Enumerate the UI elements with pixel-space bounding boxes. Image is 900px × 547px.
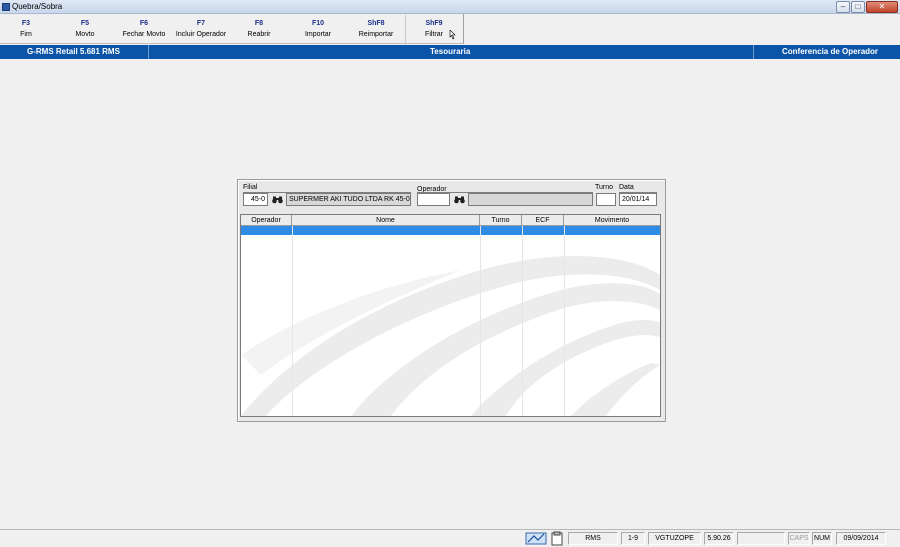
- mouse-cursor-icon: [449, 30, 456, 40]
- status-date: 09/09/2014: [836, 532, 886, 545]
- filial-search-binoculars-icon[interactable]: [270, 193, 284, 206]
- status-caps: CAPS: [788, 532, 810, 545]
- incluir-operador-button[interactable]: F7 Incluir Operador: [172, 14, 230, 44]
- incluir-operador-label: Incluir Operador: [175, 31, 227, 38]
- module-title: Tesouraria: [430, 47, 471, 56]
- toolbar-separator: [405, 15, 406, 43]
- fechar-movto-key: F6: [139, 20, 149, 27]
- filial-input[interactable]: 45-0: [243, 193, 268, 206]
- function-key-toolbar: F3 Fim F5 Movto F6 Fechar Movto F7 Inclu…: [0, 14, 464, 44]
- maximize-button[interactable]: □: [851, 1, 865, 13]
- filtrar-key: ShF9: [425, 20, 443, 27]
- reimportar-key: ShF8: [367, 20, 385, 27]
- fechar-movto-label: Fechar Movto: [122, 31, 166, 38]
- importar-key: F10: [311, 20, 325, 27]
- turno-input[interactable]: [596, 193, 616, 206]
- minimize-button[interactable]: –: [836, 1, 850, 13]
- status-empty: [737, 532, 785, 545]
- movto-key: F5: [80, 20, 90, 27]
- operators-grid[interactable]: Operador Nome Turno ECF Movimento: [240, 214, 661, 417]
- window-title: Quebra/Sobra: [12, 2, 63, 11]
- reabrir-label: Reabrir: [247, 31, 271, 38]
- network-icon: [525, 532, 547, 545]
- status-user: VGTUZOPE: [648, 532, 701, 545]
- operador-name-display: [468, 193, 593, 206]
- data-input[interactable]: 20/01/14: [619, 193, 657, 206]
- fim-label: Fim: [20, 31, 32, 38]
- header-divider: [148, 45, 149, 59]
- movto-label: Movto: [75, 31, 95, 38]
- status-version: 5.90.26: [704, 532, 734, 545]
- fechar-movto-button[interactable]: F6 Fechar Movto: [116, 14, 172, 44]
- importar-button[interactable]: F10 Importar: [292, 14, 344, 44]
- col-header-movimento[interactable]: Movimento: [564, 215, 660, 226]
- fim-key: F3: [21, 20, 31, 27]
- col-header-nome[interactable]: Nome: [292, 215, 480, 226]
- screen-title: Conferencia de Operador: [782, 47, 879, 56]
- grid-column-line: [522, 226, 523, 416]
- data-label: Data: [619, 184, 634, 191]
- status-num: NUM: [812, 532, 832, 545]
- title-bar: Quebra/Sobra – □ ✕: [0, 0, 900, 14]
- grid-column-line: [564, 226, 565, 416]
- reabrir-key: F8: [254, 20, 264, 27]
- importar-label: Importar: [304, 31, 332, 38]
- col-header-operador[interactable]: Operador: [241, 215, 292, 226]
- reimportar-label: Reimportar: [358, 31, 394, 38]
- grid-header: Operador Nome Turno ECF Movimento: [241, 215, 660, 226]
- close-button[interactable]: ✕: [866, 1, 898, 13]
- status-page: 1-9: [621, 532, 645, 545]
- selected-table-row[interactable]: [241, 226, 660, 235]
- app-version-label: G-RMS Retail 5.681 RMS: [27, 47, 120, 56]
- reabrir-button[interactable]: F8 Reabrir: [236, 14, 282, 44]
- col-header-turno[interactable]: Turno: [480, 215, 522, 226]
- operador-search-binoculars-icon[interactable]: [452, 193, 466, 206]
- turno-label: Turno: [595, 184, 614, 191]
- status-bar: RMS 1-9 VGTUZOPE 5.90.26 CAPS NUM 09/09/…: [0, 529, 900, 547]
- movto-button[interactable]: F5 Movto: [60, 14, 110, 44]
- clipboard-icon: [551, 531, 563, 546]
- filial-name-display: SUPERMER AKI TUDO LTDA RK 45-0: [286, 193, 411, 206]
- incluir-operador-key: F7: [196, 20, 206, 27]
- grid-column-line: [292, 226, 293, 416]
- app-icon: [2, 3, 10, 11]
- filial-label: Filial: [243, 184, 258, 191]
- operador-input[interactable]: [417, 193, 450, 206]
- header-divider: [753, 45, 754, 59]
- fim-button[interactable]: F3 Fim: [2, 14, 50, 44]
- status-system: RMS: [568, 532, 618, 545]
- reimportar-button[interactable]: ShF8 Reimportar: [350, 14, 402, 44]
- module-header-bar: G-RMS Retail 5.681 RMS Tesouraria Confer…: [0, 45, 900, 59]
- grid-column-line: [480, 226, 481, 416]
- watermark-logo-icon: [241, 256, 660, 416]
- col-header-ecf[interactable]: ECF: [522, 215, 564, 226]
